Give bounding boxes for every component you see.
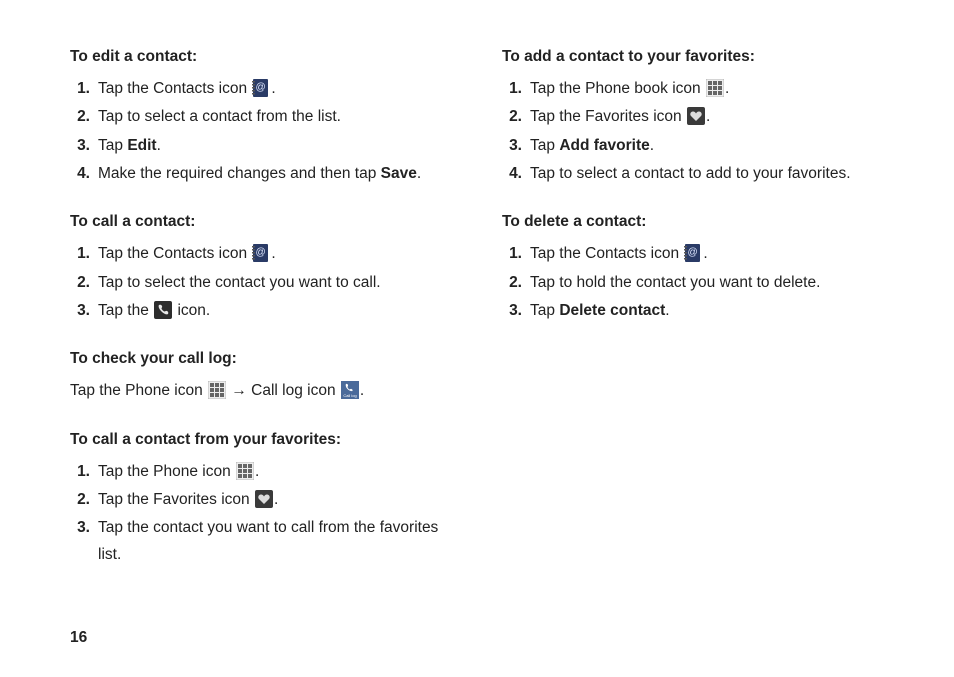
- step-number: 2.: [70, 270, 90, 296]
- step-text: Tap to select a contact to add to your f…: [530, 161, 894, 187]
- step: 1. Tap the Contacts icon .: [70, 76, 462, 102]
- heart-icon: [687, 107, 705, 125]
- manual-page: To edit a contact: 1. Tap the Contacts i…: [0, 0, 954, 677]
- step-number: 3.: [502, 133, 522, 159]
- step: 1. Tap the Phone book icon .: [502, 76, 894, 102]
- step: 2. Tap to hold the contact you want to d…: [502, 270, 894, 296]
- step-text: Tap to hold the contact you want to dele…: [530, 270, 894, 296]
- step-text: Tap the Phone icon .: [98, 459, 462, 485]
- step: 2. Tap to select the contact you want to…: [70, 270, 462, 296]
- two-column-layout: To edit a contact: 1. Tap the Contacts i…: [70, 48, 894, 594]
- step-text: Tap the Phone book icon .: [530, 76, 894, 102]
- step-text: Tap the contact you want to call from th…: [98, 515, 462, 568]
- section-heading: To edit a contact:: [70, 48, 462, 66]
- step: 4. Make the required changes and then ta…: [70, 161, 462, 187]
- step-number: 1.: [502, 76, 522, 102]
- step-number: 3.: [70, 133, 90, 159]
- step-text: Tap Delete contact.: [530, 298, 894, 324]
- keypad-icon: [706, 79, 724, 97]
- keypad-icon: [208, 381, 226, 399]
- step-number: 2.: [502, 270, 522, 296]
- step-text: Tap the Contacts icon .: [530, 241, 894, 267]
- step-number: 1.: [70, 459, 90, 485]
- left-column: To edit a contact: 1. Tap the Contacts i…: [70, 48, 462, 594]
- step-text: Make the required changes and then tap S…: [98, 161, 462, 187]
- step: 3. Tap the contact you want to call from…: [70, 515, 462, 568]
- edit-contact-section: To edit a contact: 1. Tap the Contacts i…: [70, 48, 462, 187]
- step-number: 4.: [70, 161, 90, 187]
- step-number: 2.: [70, 104, 90, 130]
- contacts-icon: [684, 244, 702, 262]
- section-heading: To check your call log:: [70, 350, 462, 368]
- step-text: Tap the Favorites icon .: [530, 104, 894, 130]
- step-text: Tap Add favorite.: [530, 133, 894, 159]
- instruction-text: Tap the Phone icon → Call log icon .: [70, 378, 462, 404]
- step-number: 3.: [502, 298, 522, 324]
- call-contact-section: To call a contact: 1. Tap the Contacts i…: [70, 213, 462, 324]
- delete-contact-section: To delete a contact: 1. Tap the Contacts…: [502, 213, 894, 324]
- step-number: 1.: [70, 76, 90, 102]
- step-number: 4.: [502, 161, 522, 187]
- step-text: Tap the Contacts icon .: [98, 76, 462, 102]
- step: 1. Tap the Phone icon .: [70, 459, 462, 485]
- page-number: 16: [70, 629, 87, 647]
- step: 3. Tap Delete contact.: [502, 298, 894, 324]
- step-text: Tap the Favorites icon .: [98, 487, 462, 513]
- section-heading: To call a contact from your favorites:: [70, 431, 462, 449]
- keypad-icon: [236, 462, 254, 480]
- call-log-section: To check your call log: Tap the Phone ic…: [70, 350, 462, 404]
- contacts-icon: [252, 79, 270, 97]
- section-heading: To call a contact:: [70, 213, 462, 231]
- step: 3. Tap Edit.: [70, 133, 462, 159]
- call-favorite-section: To call a contact from your favorites: 1…: [70, 431, 462, 568]
- step-text: Tap the icon.: [98, 298, 462, 324]
- step-number: 2.: [70, 487, 90, 513]
- step-number: 1.: [70, 241, 90, 267]
- section-heading: To delete a contact:: [502, 213, 894, 231]
- step: 4. Tap to select a contact to add to you…: [502, 161, 894, 187]
- step: 2. Tap to select a contact from the list…: [70, 104, 462, 130]
- step: 2. Tap the Favorites icon .: [502, 104, 894, 130]
- contacts-icon: [252, 244, 270, 262]
- step-number: 2.: [502, 104, 522, 130]
- step-text: Tap Edit.: [98, 133, 462, 159]
- step-text: Tap the Contacts icon .: [98, 241, 462, 267]
- step-text: Tap to select the contact you want to ca…: [98, 270, 462, 296]
- call-icon: [154, 301, 172, 319]
- step: 1. Tap the Contacts icon .: [70, 241, 462, 267]
- step: 3. Tap the icon.: [70, 298, 462, 324]
- step-number: 1.: [502, 241, 522, 267]
- step: 3. Tap Add favorite.: [502, 133, 894, 159]
- heart-icon: [255, 490, 273, 508]
- add-favorite-section: To add a contact to your favorites: 1. T…: [502, 48, 894, 187]
- step: 1. Tap the Contacts icon .: [502, 241, 894, 267]
- section-heading: To add a contact to your favorites:: [502, 48, 894, 66]
- step: 2. Tap the Favorites icon .: [70, 487, 462, 513]
- calllog-icon: [341, 381, 359, 399]
- step-text: Tap to select a contact from the list.: [98, 104, 462, 130]
- step-number: 3.: [70, 298, 90, 324]
- step-number: 3.: [70, 515, 90, 568]
- right-column: To add a contact to your favorites: 1. T…: [502, 48, 894, 594]
